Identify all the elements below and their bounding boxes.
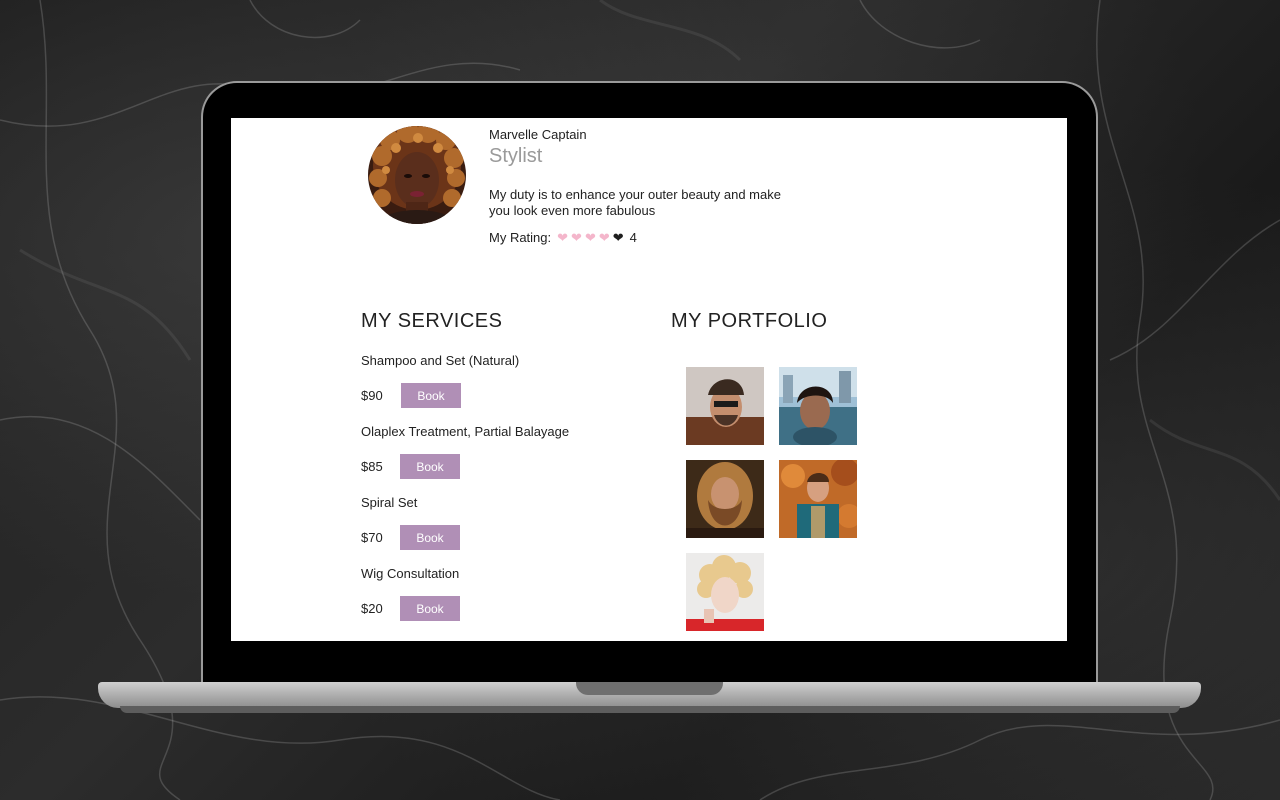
profile-name: Marvelle Captain [489,127,587,142]
service-item: Spiral Set $70 Book [361,495,641,566]
heart-icon: ❤ [557,230,569,245]
profile-rating: My Rating: ❤ ❤ ❤ ❤ ❤ 4 [489,230,637,245]
heart-icon: ❤ [584,230,596,245]
service-price: $85 [361,459,383,474]
book-button[interactable]: Book [400,525,460,550]
service-name: Shampoo and Set (Natural) [361,353,520,368]
service-item: Olaplex Treatment, Partial Balayage $85 … [361,424,641,495]
portfolio-photo[interactable] [779,367,857,445]
service-price: $20 [361,601,383,616]
book-button[interactable]: Book [400,454,460,479]
service-price: $70 [361,530,383,545]
laptop-foot [120,706,1180,713]
profile-bio: My duty is to enhance your outer beauty … [489,187,781,218]
services-list: Shampoo and Set (Natural) $90 Book Olapl… [361,353,641,637]
rating-label: My Rating: [489,230,552,245]
portfolio-photo[interactable] [686,367,764,445]
rating-value: 4 [629,230,637,245]
profile-role: Stylist [489,145,543,167]
service-name: Wig Consultation [361,566,460,581]
service-name: Olaplex Treatment, Partial Balayage [361,424,570,439]
portfolio-photo[interactable] [779,460,857,538]
book-button[interactable]: Book [401,383,461,408]
heart-icon: ❤ [571,230,582,245]
portfolio-photo[interactable] [686,553,764,631]
profile-avatar [368,126,466,224]
heart-icon: ❤ [612,230,624,245]
laptop-notch [576,682,723,695]
heart-icon: ❤ [598,230,610,245]
portfolio-title: MY PORTFOLIO [671,310,828,332]
service-item: Wig Consultation $20 Book [361,566,641,637]
service-name: Spiral Set [361,495,418,510]
book-button[interactable]: Book [400,596,460,621]
services-title: MY SERVICES [361,310,503,332]
laptop-screen: Marvelle Captain Stylist My duty is to e… [231,118,1067,641]
service-item: Shampoo and Set (Natural) $90 Book [361,353,641,424]
service-price: $90 [361,388,383,403]
portfolio-photo[interactable] [686,460,764,538]
